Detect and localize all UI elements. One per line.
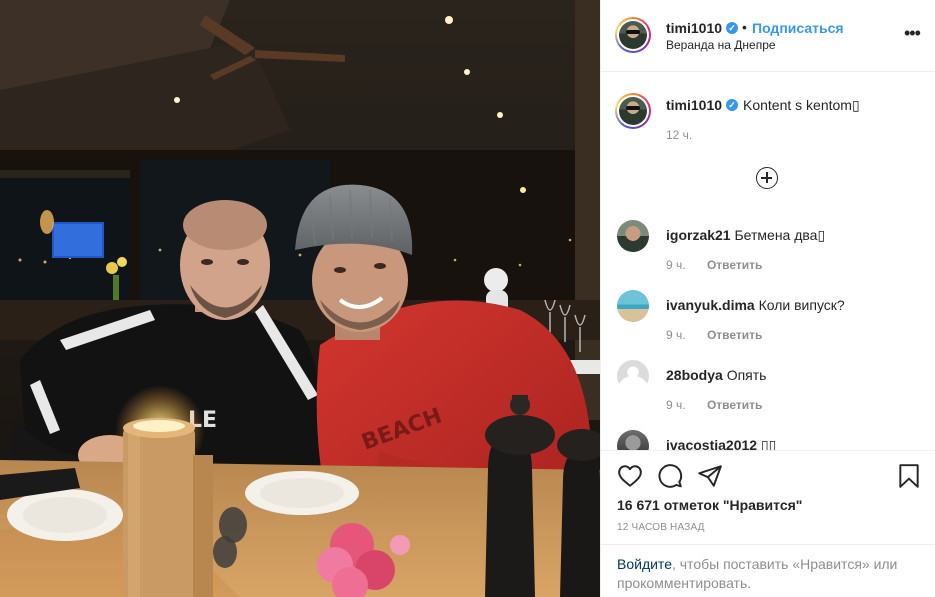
avatar-inner xyxy=(617,19,649,51)
heart-icon[interactable] xyxy=(617,463,643,489)
post-header: timi1010 ✓ • Подписаться Веранда на Днеп… xyxy=(601,0,935,72)
follow-button[interactable]: Подписаться xyxy=(752,20,844,36)
post-actions: 16 671 отметок "Нравится" 12 ЧАСОВ НАЗАД xyxy=(601,450,935,533)
commenter-avatar-placeholder[interactable] xyxy=(617,360,649,392)
author-username[interactable]: timi1010 xyxy=(666,20,722,36)
avatar-inner xyxy=(617,95,649,127)
comment-text: Опять xyxy=(726,367,767,383)
commenter-avatar[interactable] xyxy=(617,430,649,450)
likes-count[interactable]: 16 671 отметок "Нравится" xyxy=(617,497,802,513)
comment-text: Бетмена два▯ xyxy=(734,227,826,243)
post-timestamp[interactable]: 12 ЧАСОВ НАЗАД xyxy=(617,522,705,533)
location-link[interactable]: Веранда на Днепре xyxy=(666,38,776,52)
comment-meta: 9 ч. Ответить xyxy=(666,328,762,342)
comment-item: ivanyuk.dima Коли випуск? 9 ч. Ответить xyxy=(601,290,935,352)
comment-username[interactable]: 28bodya xyxy=(666,367,723,383)
instagram-post: LE BEACH xyxy=(0,0,935,597)
commenter-avatar[interactable] xyxy=(617,220,649,252)
reply-button[interactable]: Ответить xyxy=(707,398,762,412)
caption-text: Kontent s kentom▯ xyxy=(743,97,860,113)
comment-text: Коли випуск? xyxy=(758,297,845,313)
commenter-avatar[interactable] xyxy=(617,290,649,322)
comment-time[interactable]: 9 ч. xyxy=(666,398,686,412)
more-options-icon[interactable]: ••• xyxy=(904,24,921,46)
reply-button[interactable]: Ответить xyxy=(707,258,762,272)
load-more-comments-icon[interactable] xyxy=(756,167,778,189)
avatar-image xyxy=(619,97,647,125)
author-avatar[interactable] xyxy=(615,17,651,53)
separator-dot: • xyxy=(742,19,747,35)
comment-line: igorzak21 Бетмена два▯ xyxy=(666,227,825,244)
caption-username[interactable]: timi1010 xyxy=(666,97,722,113)
post-sidebar: timi1010 ✓ • Подписаться Веранда на Днеп… xyxy=(600,0,935,597)
photo-illustration: LE BEACH xyxy=(0,0,600,597)
verified-badge-icon: ✓ xyxy=(726,22,738,34)
login-prompt: Войдите, чтобы поставить «Нравится» или … xyxy=(601,544,935,597)
verified-badge-icon: ✓ xyxy=(726,99,738,111)
post-photo[interactable]: LE BEACH xyxy=(0,0,600,597)
comment-item: igorzak21 Бетмена два▯ 9 ч. Ответить xyxy=(601,220,935,282)
share-icon[interactable] xyxy=(697,463,723,489)
comments-section[interactable]: timi1010 ✓ Kontent s kentom▯ 12 ч. igorz… xyxy=(601,73,935,450)
comment-line: 28bodya Опять xyxy=(666,367,766,383)
comment-item: 28bodya Опять 9 ч. Ответить xyxy=(601,360,935,422)
caption-avatar[interactable] xyxy=(615,93,651,129)
comment-item: ivacostia2012 ▯▯ xyxy=(601,430,935,450)
comment-meta: 9 ч. Ответить xyxy=(666,258,762,272)
comment-text: ▯▯ xyxy=(760,437,777,450)
reply-button[interactable]: Ответить xyxy=(707,328,762,342)
login-link[interactable]: Войдите xyxy=(617,556,672,572)
comment-username[interactable]: ivanyuk.dima xyxy=(666,297,755,313)
comment-time[interactable]: 9 ч. xyxy=(666,328,686,342)
comment-line: ivacostia2012 ▯▯ xyxy=(666,437,776,450)
bookmark-icon[interactable] xyxy=(896,463,922,489)
comment-line: ivanyuk.dima Коли випуск? xyxy=(666,297,845,313)
avatar-image xyxy=(619,21,647,49)
comment-username[interactable]: igorzak21 xyxy=(666,227,731,243)
caption-time[interactable]: 12 ч. xyxy=(666,128,692,142)
comment-meta: 9 ч. Ответить xyxy=(666,398,762,412)
comment-time[interactable]: 9 ч. xyxy=(666,258,686,272)
comment-icon[interactable] xyxy=(657,463,683,489)
comment-username[interactable]: ivacostia2012 xyxy=(666,437,757,450)
